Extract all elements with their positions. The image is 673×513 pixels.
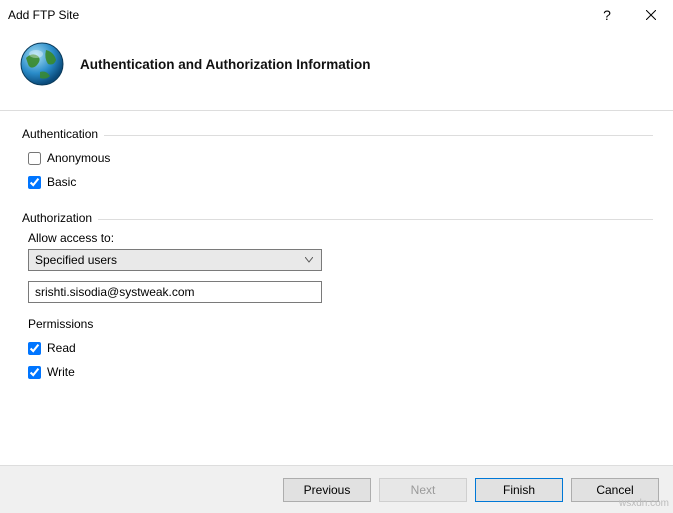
close-button[interactable] xyxy=(629,0,673,30)
wizard-footer: Previous Next Finish Cancel xyxy=(0,465,673,513)
allow-access-select[interactable]: Specified users xyxy=(28,249,322,271)
globe-icon xyxy=(18,40,66,88)
allow-access-selected: Specified users xyxy=(35,253,117,267)
authentication-group-label: Authentication xyxy=(22,127,104,141)
title-bar: Add FTP Site ? xyxy=(0,0,673,30)
authentication-group: Authentication Anonymous Basic xyxy=(22,127,653,189)
basic-checkbox[interactable] xyxy=(28,176,41,189)
allow-access-label: Allow access to: xyxy=(28,231,653,245)
anonymous-label[interactable]: Anonymous xyxy=(47,151,110,165)
basic-label[interactable]: Basic xyxy=(47,175,76,189)
page-heading: Authentication and Authorization Informa… xyxy=(80,57,370,72)
previous-button[interactable]: Previous xyxy=(283,478,371,502)
watermark: wsxdn.com xyxy=(619,498,669,509)
authorization-group: Authorization Allow access to: Specified… xyxy=(22,211,653,379)
read-label[interactable]: Read xyxy=(47,341,76,355)
wizard-header: Authentication and Authorization Informa… xyxy=(0,30,673,111)
specified-users-input[interactable] xyxy=(28,281,322,303)
close-icon xyxy=(646,10,656,20)
write-label[interactable]: Write xyxy=(47,365,75,379)
write-checkbox[interactable] xyxy=(28,366,41,379)
authorization-group-label: Authorization xyxy=(22,211,98,225)
chevron-down-icon xyxy=(301,257,317,263)
next-button: Next xyxy=(379,478,467,502)
window-title: Add FTP Site xyxy=(8,8,585,22)
permissions-label: Permissions xyxy=(28,317,653,331)
finish-button[interactable]: Finish xyxy=(475,478,563,502)
read-checkbox[interactable] xyxy=(28,342,41,355)
help-button[interactable]: ? xyxy=(585,0,629,30)
anonymous-checkbox[interactable] xyxy=(28,152,41,165)
